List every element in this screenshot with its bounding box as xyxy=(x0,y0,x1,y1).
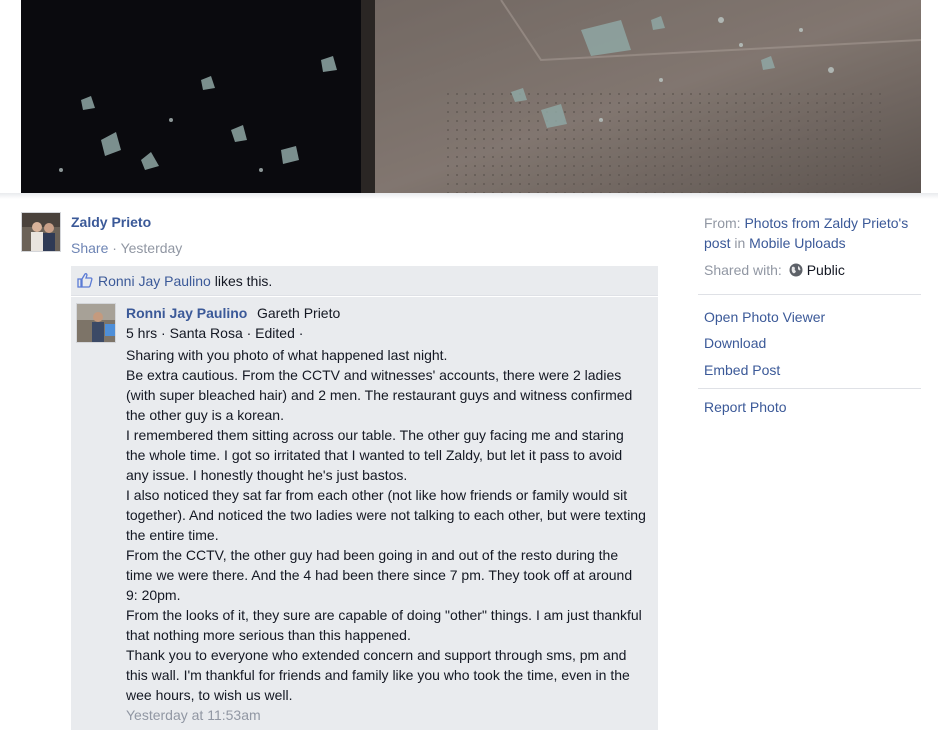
likes-sentence: Ronni Jay Paulino likes this. xyxy=(98,273,272,289)
comment-author[interactable]: Ronni Jay Paulino xyxy=(126,305,247,321)
comment-body: Sharing with you photo of what happened … xyxy=(126,347,646,703)
author-avatar[interactable] xyxy=(21,212,61,252)
from-label: From: xyxy=(704,215,745,231)
likes-suffix: likes this. xyxy=(210,273,273,289)
album-link[interactable]: Mobile Uploads xyxy=(749,235,846,251)
sidebar-divider xyxy=(698,294,921,295)
comment-meta: 5 hrs · Santa Rosa · Edited · xyxy=(126,325,304,341)
report-photo-link[interactable]: Report Photo xyxy=(704,399,787,415)
shared-with-label: Shared with: xyxy=(704,262,782,278)
sidebar-divider xyxy=(698,388,921,389)
comment: Ronni Jay Paulino Gareth Prieto 5 hrs · … xyxy=(71,296,658,730)
post-photo[interactable] xyxy=(21,0,921,193)
photo-shadow xyxy=(0,193,938,199)
thumbs-up-icon[interactable] xyxy=(77,272,93,288)
post-timestamp[interactable]: Yesterday xyxy=(121,240,183,256)
embed-post-link[interactable]: Embed Post xyxy=(704,362,780,378)
open-photo-viewer-link[interactable]: Open Photo Viewer xyxy=(704,309,825,325)
privacy-value[interactable]: Public xyxy=(807,262,845,278)
post-meta: Share · Yesterday xyxy=(71,240,182,256)
liker-link[interactable]: Ronni Jay Paulino xyxy=(98,273,211,289)
commenter-avatar[interactable] xyxy=(76,303,116,343)
in-label: in xyxy=(730,235,750,251)
likes-row: Ronni Jay Paulino likes this. xyxy=(71,266,658,296)
comment-timestamp[interactable]: Yesterday at 11:53am xyxy=(126,707,261,723)
feedback-box: Ronni Jay Paulino likes this. Ronni Jay … xyxy=(71,266,658,730)
globe-icon xyxy=(789,263,803,277)
tagged-person: Gareth Prieto xyxy=(257,305,341,321)
photo-source: From: Photos from Zaldy Prieto's post in… xyxy=(704,213,919,253)
post-author-name[interactable]: Zaldy Prieto xyxy=(71,214,151,230)
privacy-row: Shared with: Public xyxy=(704,260,845,280)
share-link[interactable]: Share xyxy=(71,240,108,256)
meta-separator: · xyxy=(108,240,121,256)
download-link[interactable]: Download xyxy=(704,335,766,351)
